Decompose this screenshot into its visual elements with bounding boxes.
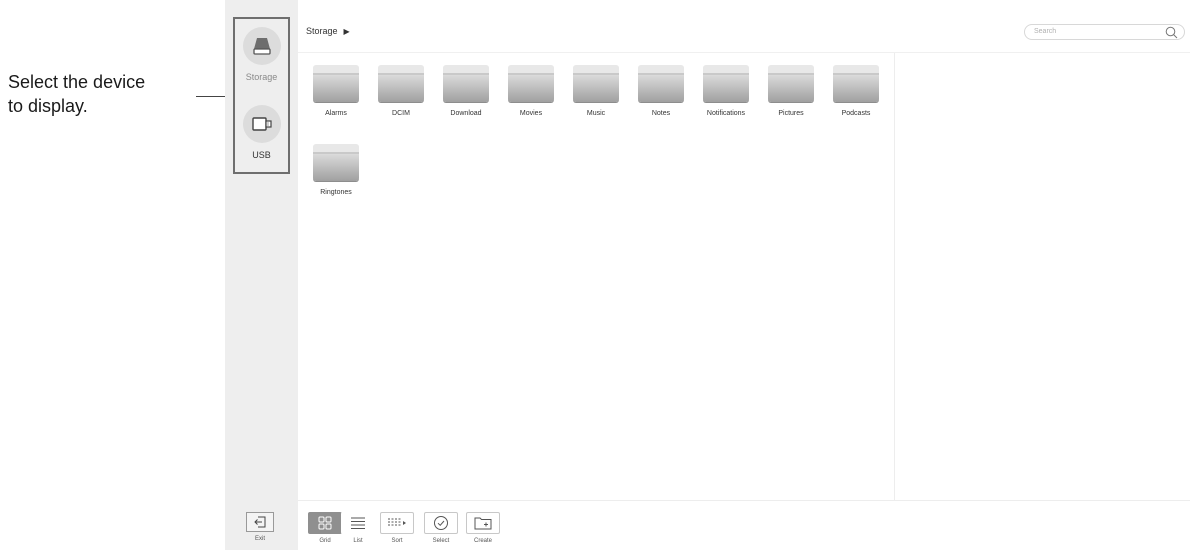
folder-icon: [703, 65, 749, 102]
folder-icon: [378, 65, 424, 102]
folder-item[interactable]: Pictures: [756, 65, 826, 117]
folder-name: DCIM: [392, 110, 410, 117]
list-view-button[interactable]: List: [338, 512, 378, 544]
folder-name: Ringtones: [320, 189, 352, 196]
folder-name: Movies: [519, 110, 543, 117]
folder-name: Podcasts: [841, 110, 871, 117]
folder-icon: [443, 65, 489, 102]
select-label: Select: [432, 538, 450, 544]
folder-item[interactable]: Download: [431, 65, 501, 117]
folder-name: Notifications: [706, 110, 746, 117]
sort-label: Sort: [391, 538, 403, 544]
exit-icon: [246, 512, 274, 532]
search-placeholder: Search: [1034, 28, 1057, 35]
exit-label: Exit: [254, 536, 265, 542]
callout-text: Select the device to display.: [8, 70, 198, 118]
folder-item[interactable]: Ringtones: [301, 144, 371, 196]
new-folder-icon: [466, 512, 500, 534]
list-label: List: [353, 538, 363, 544]
folder-name: Notes: [651, 110, 671, 117]
folder-item[interactable]: Podcasts: [821, 65, 891, 117]
breadcrumb: Storage ▶: [306, 26, 350, 36]
search-field[interactable]: Search: [1024, 24, 1185, 40]
create-label: Create: [473, 538, 492, 544]
search-icon[interactable]: [1165, 26, 1178, 44]
exit-button[interactable]: Exit: [245, 512, 275, 542]
list-icon: [341, 512, 375, 534]
create-folder-button[interactable]: Create: [463, 512, 503, 544]
folder-icon: [313, 144, 359, 181]
device-selection-highlight: [233, 17, 290, 174]
top-divider: [298, 52, 1190, 53]
right-panel-divider: [894, 53, 895, 500]
bottom-divider: [298, 500, 1190, 501]
folder-icon: [508, 65, 554, 102]
folder-item[interactable]: Movies: [496, 65, 566, 117]
folder-icon: [573, 65, 619, 102]
folder-icon: [768, 65, 814, 102]
sort-button[interactable]: Sort: [377, 512, 417, 544]
sort-icon: [380, 512, 414, 534]
folder-icon: [638, 65, 684, 102]
folder-item[interactable]: Notifications: [691, 65, 761, 117]
folder-name: Alarms: [325, 110, 347, 117]
folder-item[interactable]: Notes: [626, 65, 696, 117]
breadcrumb-current[interactable]: Storage: [306, 26, 338, 36]
caret-right-icon: ▶: [343, 26, 350, 36]
folder-item[interactable]: DCIM: [366, 65, 436, 117]
callout-line-1: Select the device: [8, 72, 146, 92]
folder-item[interactable]: Music: [561, 65, 631, 117]
folder-icon: [313, 65, 359, 102]
folder-name: Pictures: [778, 110, 804, 117]
folder-name: Download: [450, 110, 482, 117]
folder-item[interactable]: Alarms: [301, 65, 371, 117]
grid-icon: [308, 512, 342, 534]
callout-line-2: to display.: [8, 96, 88, 116]
check-circle-icon: [424, 512, 458, 534]
folder-icon: [833, 65, 879, 102]
folder-name: Music: [586, 110, 606, 117]
select-button[interactable]: Select: [421, 512, 461, 544]
